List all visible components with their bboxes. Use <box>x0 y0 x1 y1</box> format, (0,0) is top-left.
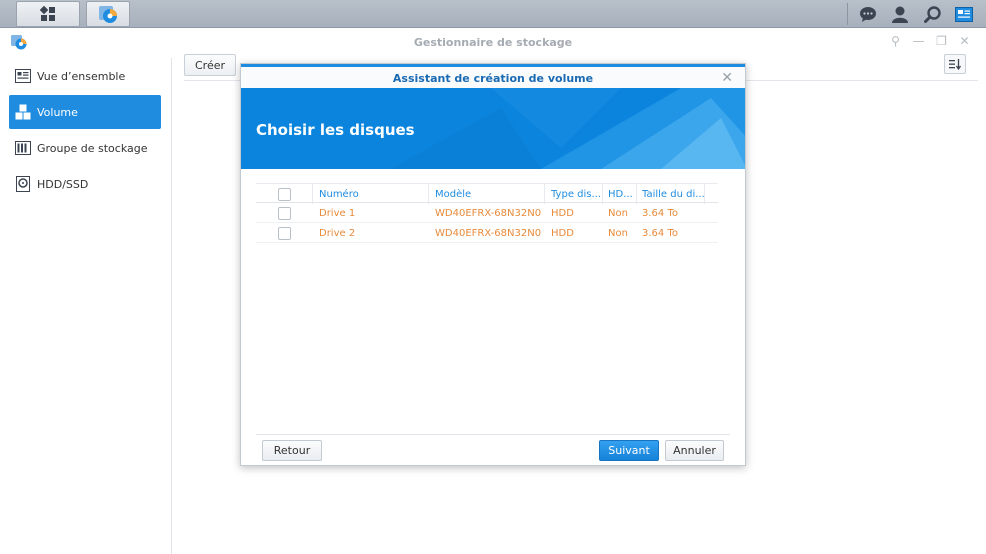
column-header-type[interactable]: Type dis... <box>545 184 603 204</box>
table-header: Numéro Modèle Type dis... HD... Taille d… <box>256 183 718 204</box>
disk-type: HDD <box>551 207 574 219</box>
disk-model: WD40EFRX-68N32N0 <box>435 207 542 219</box>
main-menu-button[interactable] <box>16 1 80 27</box>
column-header-number[interactable]: Numéro <box>313 184 429 204</box>
user-icon <box>892 6 908 23</box>
disk-table: Numéro Modèle Type dis... HD... Taille d… <box>256 183 718 243</box>
table-row[interactable]: Drive 1 WD40EFRX-68N32N0 HDD Non 3.64 To <box>256 203 718 223</box>
widgets-icon <box>955 6 973 22</box>
taskbar <box>0 0 986 28</box>
wizard-step-heading: Choisir les disques <box>256 121 415 139</box>
close-icon[interactable]: ✕ <box>721 70 733 86</box>
sidebar-item-volume[interactable]: Volume <box>9 95 161 129</box>
sidebar: Vue d’ensemble Volume Groupe de stockage… <box>0 58 172 554</box>
taskbar-separator <box>847 3 848 25</box>
sort-button[interactable] <box>944 54 966 74</box>
column-header-hd[interactable]: HD... <box>603 184 637 204</box>
user-button[interactable] <box>884 0 916 28</box>
hdd-icon <box>15 176 31 192</box>
sidebar-item-label: HDD/SSD <box>37 177 89 191</box>
next-button[interactable]: Suivant <box>599 440 659 461</box>
dialog-titlebar[interactable]: Assistant de création de volume ✕ <box>241 64 745 88</box>
disk-hd: Non <box>608 227 628 239</box>
widgets-button[interactable] <box>948 0 980 28</box>
sidebar-item-overview[interactable]: Vue d’ensemble <box>9 59 161 93</box>
sidebar-item-label: Groupe de stockage <box>37 141 148 155</box>
minimize-icon[interactable]: — <box>907 34 930 48</box>
create-button[interactable]: Créer <box>184 54 237 76</box>
sidebar-item-storage-pool[interactable]: Groupe de stockage <box>9 131 161 165</box>
storage-pool-icon <box>15 140 31 156</box>
volume-wizard-dialog: Assistant de création de volume ✕ Choisi… <box>240 63 746 466</box>
window-titlebar[interactable]: Gestionnaire de stockage ⚲ — ❐ ✕ <box>0 28 986 54</box>
close-icon[interactable]: ✕ <box>953 34 976 48</box>
dialog-title: Assistant de création de volume <box>392 72 594 85</box>
disk-number: Drive 1 <box>319 207 356 219</box>
back-button[interactable]: Retour <box>262 440 322 461</box>
overview-icon <box>15 68 31 84</box>
disk-number: Drive 2 <box>319 227 356 239</box>
search-icon <box>923 5 941 23</box>
cancel-button[interactable]: Annuler <box>665 440 724 461</box>
search-button[interactable] <box>916 0 948 28</box>
row-checkbox[interactable] <box>278 206 291 220</box>
disk-hd: Non <box>608 207 628 219</box>
sidebar-item-label: Vue d’ensemble <box>37 69 126 83</box>
grid-menu-icon <box>39 6 55 21</box>
disk-model: WD40EFRX-68N32N0 <box>435 227 542 239</box>
row-checkbox-cell <box>256 223 313 243</box>
storage-manager-icon <box>99 6 117 23</box>
table-row[interactable]: Drive 2 WD40EFRX-68N32N0 HDD Non 3.64 To <box>256 223 718 243</box>
select-all-cell <box>256 184 313 204</box>
disk-size: 3.64 To <box>642 207 678 219</box>
wizard-banner: Choisir les disques <box>241 88 745 169</box>
storage-manager-taskbar-button[interactable] <box>86 1 130 27</box>
window-title: Gestionnaire de stockage <box>413 36 573 49</box>
row-checkbox[interactable] <box>278 226 291 240</box>
restore-icon[interactable]: ❐ <box>930 34 953 48</box>
column-header-size[interactable]: Taille du di... <box>637 184 705 204</box>
pin-icon[interactable]: ⚲ <box>884 34 907 48</box>
sort-icon <box>949 58 961 70</box>
notification-button[interactable] <box>852 0 884 28</box>
volume-icon <box>15 104 31 120</box>
footer-divider <box>256 434 730 435</box>
chat-bubble-icon <box>860 6 876 22</box>
disk-type: HDD <box>551 227 574 239</box>
sidebar-item-hdd-ssd[interactable]: HDD/SSD <box>9 167 161 201</box>
column-header-model[interactable]: Modèle <box>429 184 545 204</box>
select-all-checkbox[interactable] <box>277 187 291 201</box>
row-checkbox-cell <box>256 203 313 223</box>
sidebar-item-label: Volume <box>37 105 78 119</box>
disk-size: 3.64 To <box>642 227 678 239</box>
